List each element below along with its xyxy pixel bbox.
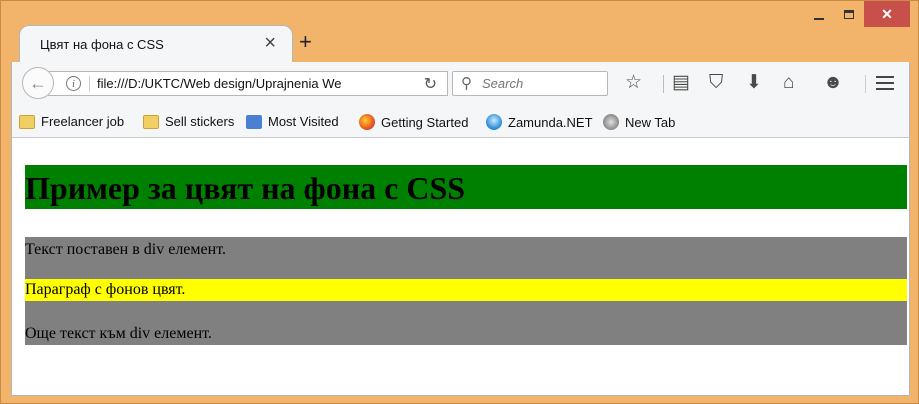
globe-icon bbox=[603, 114, 619, 130]
search-placeholder: Search bbox=[482, 76, 524, 91]
menu-icon[interactable] bbox=[876, 76, 894, 94]
reload-icon[interactable]: ↻ bbox=[424, 74, 437, 94]
bookmark-item[interactable]: Zamunda.NET bbox=[486, 114, 593, 130]
bookmarks-toolbar: Freelancer job Sell stickers Most Visite… bbox=[11, 106, 910, 138]
home-icon[interactable]: ⌂ bbox=[783, 72, 794, 94]
div-text: Текст поставен в div елемент. bbox=[25, 241, 226, 258]
info-icon[interactable]: i bbox=[66, 76, 81, 91]
search-icon: ⚲ bbox=[461, 75, 472, 92]
back-arrow-icon: ← bbox=[29, 72, 47, 93]
bookmark-item[interactable]: New Tab bbox=[603, 114, 675, 130]
maximize-icon bbox=[844, 9, 854, 19]
navigation-toolbar: i file:///D:/UKTC/Web design/Uprajnenia … bbox=[11, 62, 910, 106]
bookmark-label: Sell stickers bbox=[165, 114, 235, 129]
browser-window: ✕ Цвят на фона с CSS × + i file:///D:/UK… bbox=[0, 0, 919, 404]
menu-divider bbox=[865, 75, 866, 93]
zamunda-icon bbox=[486, 114, 502, 130]
url-divider bbox=[89, 76, 90, 92]
back-button[interactable]: ← bbox=[22, 67, 54, 99]
download-icon[interactable]: ⬇ bbox=[746, 72, 762, 94]
bookmark-star-icon[interactable]: ☆ bbox=[625, 72, 642, 94]
tab-title: Цвят на фона с CSS bbox=[40, 37, 164, 52]
bookmark-item[interactable]: Most Visited bbox=[246, 114, 339, 129]
page-content: Пример за цвят на фона с CSS Текст поста… bbox=[11, 138, 910, 396]
bookmark-item[interactable]: Sell stickers bbox=[143, 114, 234, 129]
search-input[interactable]: ⚲ Search bbox=[452, 71, 608, 96]
toolbar-divider bbox=[663, 75, 664, 93]
bookmark-label: Getting Started bbox=[381, 114, 469, 130]
url-bar[interactable]: i file:///D:/UKTC/Web design/Uprajnenia … bbox=[48, 71, 448, 96]
folder-icon bbox=[19, 114, 35, 129]
close-window-button[interactable]: ✕ bbox=[864, 1, 910, 27]
close-icon: ✕ bbox=[881, 5, 893, 22]
url-text[interactable]: file:///D:/UKTC/Web design/Uprajnenia We bbox=[97, 76, 407, 91]
pocket-icon[interactable]: ⛉ bbox=[709, 72, 723, 94]
window-controls: ✕ bbox=[804, 1, 910, 27]
most-visited-icon bbox=[246, 114, 262, 129]
bookmark-label: Freelancer job bbox=[41, 114, 125, 129]
page-heading: Пример за цвят на фона с CSS bbox=[25, 165, 907, 209]
bookmark-item[interactable]: Freelancer job bbox=[19, 114, 124, 129]
smiley-icon[interactable]: ☻ bbox=[823, 72, 843, 94]
tab-close-icon[interactable]: × bbox=[264, 33, 276, 53]
minimize-icon bbox=[814, 18, 824, 20]
minimize-button[interactable] bbox=[804, 1, 834, 27]
gray-div-block: Текст поставен в div елемент. Параграф с… bbox=[25, 237, 907, 345]
plus-icon: + bbox=[299, 29, 312, 54]
bookmark-label: Zamunda.NET bbox=[508, 114, 593, 130]
bookmark-label: New Tab bbox=[625, 114, 676, 130]
maximize-button[interactable] bbox=[834, 1, 864, 27]
folder-icon bbox=[143, 114, 159, 129]
div-text-more: Още текст към div елемент. bbox=[25, 325, 212, 342]
bookmark-item[interactable]: Getting Started bbox=[359, 114, 468, 130]
firefox-icon bbox=[359, 114, 375, 130]
highlighted-paragraph: Параграф с фонов цвят. bbox=[25, 279, 907, 301]
new-tab-button[interactable]: + bbox=[299, 29, 312, 55]
bookmarks-menu-icon[interactable]: ▤ bbox=[672, 72, 690, 94]
browser-tab[interactable]: Цвят на фона с CSS × bbox=[19, 25, 293, 63]
bookmark-label: Most Visited bbox=[268, 114, 339, 129]
